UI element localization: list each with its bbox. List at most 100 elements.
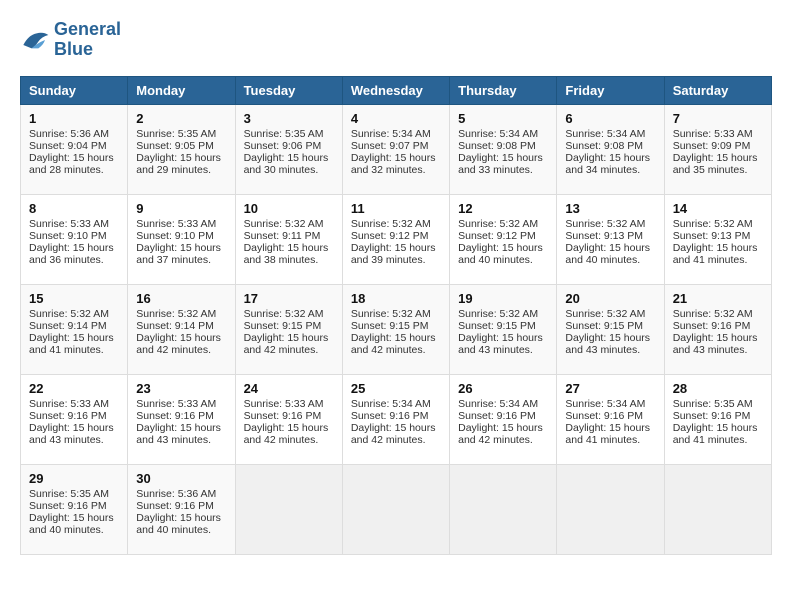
sunrise: Sunrise: 5:34 AM <box>458 128 538 140</box>
sunset: Sunset: 9:16 PM <box>136 500 214 512</box>
daylight-extra: and 40 minutes. <box>136 524 211 536</box>
sunset: Sunset: 9:15 PM <box>458 320 536 332</box>
daylight-extra: and 42 minutes. <box>458 434 533 446</box>
daylight-extra: and 41 minutes. <box>565 434 640 446</box>
daylight-extra: and 41 minutes. <box>673 254 748 266</box>
daylight-extra: and 40 minutes. <box>565 254 640 266</box>
sunset: Sunset: 9:16 PM <box>673 410 751 422</box>
sunset: Sunset: 9:13 PM <box>565 230 643 242</box>
daylight-extra: and 43 minutes. <box>458 344 533 356</box>
calendar-cell <box>664 464 771 554</box>
col-header-thursday: Thursday <box>450 76 557 104</box>
day-number: 23 <box>136 381 226 396</box>
sunset: Sunset: 9:16 PM <box>136 410 214 422</box>
daylight: Daylight: 15 hours <box>29 242 114 254</box>
calendar-cell: 8 Sunrise: 5:33 AM Sunset: 9:10 PM Dayli… <box>21 194 128 284</box>
sunrise: Sunrise: 5:34 AM <box>565 398 645 410</box>
sunrise: Sunrise: 5:33 AM <box>29 218 109 230</box>
sunrise: Sunrise: 5:33 AM <box>136 218 216 230</box>
daylight-extra: and 41 minutes. <box>29 344 104 356</box>
daylight-extra: and 35 minutes. <box>673 164 748 176</box>
sunset: Sunset: 9:15 PM <box>244 320 322 332</box>
sunrise: Sunrise: 5:32 AM <box>458 218 538 230</box>
sunrise: Sunrise: 5:35 AM <box>136 128 216 140</box>
sunrise: Sunrise: 5:32 AM <box>244 218 324 230</box>
sunrise: Sunrise: 5:32 AM <box>565 308 645 320</box>
calendar-cell: 13 Sunrise: 5:32 AM Sunset: 9:13 PM Dayl… <box>557 194 664 284</box>
calendar-cell: 1 Sunrise: 5:36 AM Sunset: 9:04 PM Dayli… <box>21 104 128 194</box>
logo-text: General Blue <box>54 20 121 60</box>
calendar-cell: 5 Sunrise: 5:34 AM Sunset: 9:08 PM Dayli… <box>450 104 557 194</box>
sunset: Sunset: 9:16 PM <box>458 410 536 422</box>
calendar-cell: 30 Sunrise: 5:36 AM Sunset: 9:16 PM Dayl… <box>128 464 235 554</box>
calendar-week-3: 15 Sunrise: 5:32 AM Sunset: 9:14 PM Dayl… <box>21 284 772 374</box>
daylight: Daylight: 15 hours <box>565 422 650 434</box>
sunrise: Sunrise: 5:32 AM <box>351 308 431 320</box>
sunrise: Sunrise: 5:36 AM <box>29 128 109 140</box>
sunset: Sunset: 9:16 PM <box>351 410 429 422</box>
sunrise: Sunrise: 5:32 AM <box>458 308 538 320</box>
logo-icon <box>20 28 50 52</box>
day-number: 6 <box>565 111 655 126</box>
day-number: 14 <box>673 201 763 216</box>
day-number: 10 <box>244 201 334 216</box>
daylight-extra: and 30 minutes. <box>244 164 319 176</box>
day-number: 2 <box>136 111 226 126</box>
sunrise: Sunrise: 5:34 AM <box>565 128 645 140</box>
daylight: Daylight: 15 hours <box>351 152 436 164</box>
day-number: 12 <box>458 201 548 216</box>
sunset: Sunset: 9:12 PM <box>351 230 429 242</box>
col-header-friday: Friday <box>557 76 664 104</box>
calendar-cell: 26 Sunrise: 5:34 AM Sunset: 9:16 PM Dayl… <box>450 374 557 464</box>
sunrise: Sunrise: 5:34 AM <box>458 398 538 410</box>
sunset: Sunset: 9:15 PM <box>351 320 429 332</box>
col-header-saturday: Saturday <box>664 76 771 104</box>
calendar-cell: 20 Sunrise: 5:32 AM Sunset: 9:15 PM Dayl… <box>557 284 664 374</box>
sunset: Sunset: 9:05 PM <box>136 140 214 152</box>
sunset: Sunset: 9:16 PM <box>673 320 751 332</box>
daylight: Daylight: 15 hours <box>29 332 114 344</box>
sunset: Sunset: 9:14 PM <box>29 320 107 332</box>
day-number: 24 <box>244 381 334 396</box>
sunrise: Sunrise: 5:32 AM <box>673 218 753 230</box>
calendar-cell: 16 Sunrise: 5:32 AM Sunset: 9:14 PM Dayl… <box>128 284 235 374</box>
daylight-extra: and 40 minutes. <box>458 254 533 266</box>
day-number: 9 <box>136 201 226 216</box>
daylight: Daylight: 15 hours <box>244 422 329 434</box>
day-number: 7 <box>673 111 763 126</box>
day-number: 4 <box>351 111 441 126</box>
day-number: 20 <box>565 291 655 306</box>
calendar-week-2: 8 Sunrise: 5:33 AM Sunset: 9:10 PM Dayli… <box>21 194 772 284</box>
calendar-cell: 2 Sunrise: 5:35 AM Sunset: 9:05 PM Dayli… <box>128 104 235 194</box>
daylight: Daylight: 15 hours <box>136 152 221 164</box>
calendar-cell: 25 Sunrise: 5:34 AM Sunset: 9:16 PM Dayl… <box>342 374 449 464</box>
calendar-cell: 10 Sunrise: 5:32 AM Sunset: 9:11 PM Dayl… <box>235 194 342 284</box>
calendar-header-row: SundayMondayTuesdayWednesdayThursdayFrid… <box>21 76 772 104</box>
daylight: Daylight: 15 hours <box>673 332 758 344</box>
sunset: Sunset: 9:16 PM <box>244 410 322 422</box>
day-number: 28 <box>673 381 763 396</box>
calendar-cell: 11 Sunrise: 5:32 AM Sunset: 9:12 PM Dayl… <box>342 194 449 284</box>
calendar-cell <box>557 464 664 554</box>
daylight: Daylight: 15 hours <box>136 422 221 434</box>
daylight-extra: and 41 minutes. <box>673 434 748 446</box>
col-header-tuesday: Tuesday <box>235 76 342 104</box>
daylight: Daylight: 15 hours <box>136 242 221 254</box>
calendar-week-4: 22 Sunrise: 5:33 AM Sunset: 9:16 PM Dayl… <box>21 374 772 464</box>
page-header: General Blue <box>20 20 772 60</box>
sunrise: Sunrise: 5:32 AM <box>244 308 324 320</box>
calendar-week-5: 29 Sunrise: 5:35 AM Sunset: 9:16 PM Dayl… <box>21 464 772 554</box>
daylight: Daylight: 15 hours <box>351 332 436 344</box>
calendar-cell: 7 Sunrise: 5:33 AM Sunset: 9:09 PM Dayli… <box>664 104 771 194</box>
daylight-extra: and 39 minutes. <box>351 254 426 266</box>
sunset: Sunset: 9:09 PM <box>673 140 751 152</box>
calendar-cell <box>235 464 342 554</box>
calendar-cell: 9 Sunrise: 5:33 AM Sunset: 9:10 PM Dayli… <box>128 194 235 284</box>
daylight-extra: and 42 minutes. <box>136 344 211 356</box>
sunrise: Sunrise: 5:33 AM <box>136 398 216 410</box>
daylight-extra: and 43 minutes. <box>136 434 211 446</box>
day-number: 25 <box>351 381 441 396</box>
day-number: 3 <box>244 111 334 126</box>
daylight: Daylight: 15 hours <box>244 332 329 344</box>
daylight: Daylight: 15 hours <box>565 332 650 344</box>
